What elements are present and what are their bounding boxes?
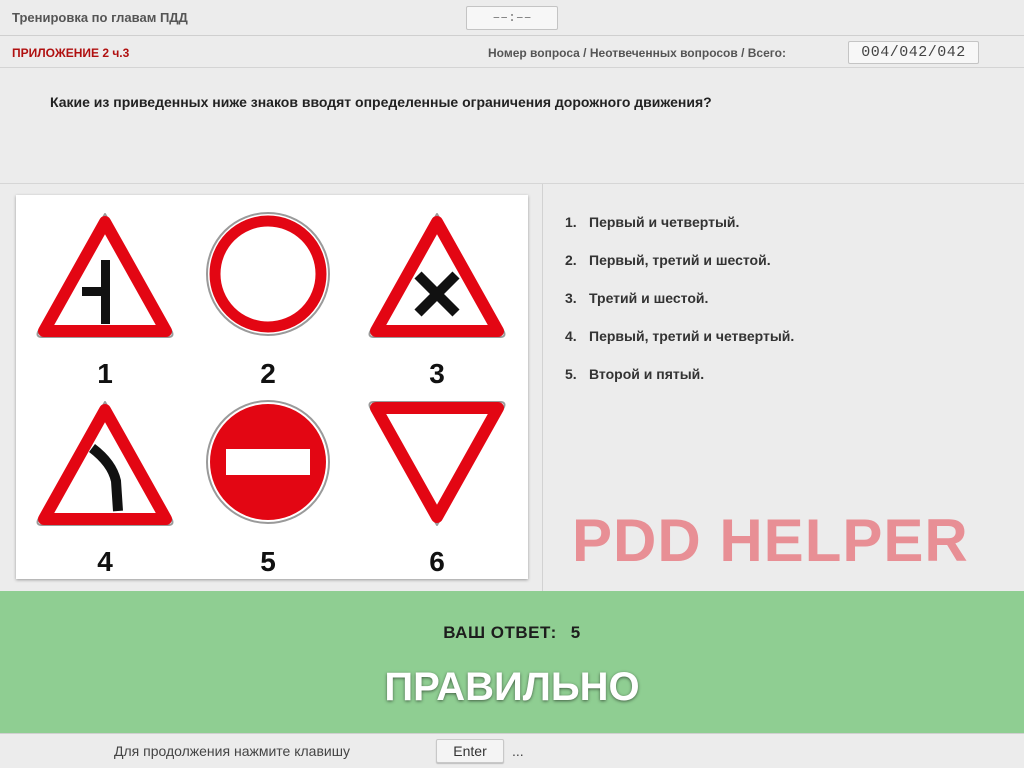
sign-label-6: 6 <box>429 546 445 577</box>
sign-give-way <box>368 401 506 526</box>
answer-option-2[interactable]: 2. Первый, третий и шестой. <box>565 252 794 290</box>
panel-divider <box>542 184 543 591</box>
question-area: Какие из приведенных ниже знаков вводят … <box>0 68 1024 184</box>
answer-text: Первый, третий и шестой. <box>589 252 771 268</box>
road-signs-image: 1 2 3 4 5 6 <box>16 195 528 579</box>
content-area: 1 2 3 4 5 6 1. Первый и четвертый. 2. Пе… <box>0 184 1024 591</box>
answer-text: Третий и шестой. <box>589 290 709 306</box>
sign-no-vehicles <box>206 212 330 336</box>
answer-number: 1. <box>565 214 577 230</box>
answer-list: 1. Первый и четвертый. 2. Первый, третий и… <box>565 214 794 404</box>
app-title: Тренировка по главам ПДД <box>12 10 188 25</box>
sign-label-4: 4 <box>97 546 113 577</box>
answer-option-3[interactable]: 3. Третий и шестой. <box>565 290 794 328</box>
sign-no-entry <box>206 400 330 524</box>
your-answer-value: 5 <box>570 623 581 642</box>
sign-label-2: 2 <box>260 358 276 389</box>
question-counter: 004/042/042 <box>848 41 979 64</box>
prompt-ellipsis: ... <box>512 743 524 759</box>
sign-side-road-junction <box>36 213 174 338</box>
question-text: Какие из приведенных ниже знаков вводят … <box>50 94 712 110</box>
result-panel: ВАШ ОТВЕТ: 5 ПРАВИЛЬНО <box>0 591 1024 733</box>
answer-option-1[interactable]: 1. Первый и четвертый. <box>565 214 794 252</box>
top-bar: Тренировка по главам ПДД ––:–– <box>0 0 1024 36</box>
answer-number: 4. <box>565 328 577 344</box>
verdict-text: ПРАВИЛЬНО <box>384 665 640 709</box>
footer-bar: Для продолжения нажмите клавишу Enter ..… <box>0 733 1024 768</box>
watermark-logo: PDD HELPER <box>572 507 969 574</box>
answer-number: 3. <box>565 290 577 306</box>
sign-dangerous-bend <box>36 401 174 526</box>
answer-number: 2. <box>565 252 577 268</box>
answer-option-4[interactable]: 4. Первый, третий и четвертый. <box>565 328 794 366</box>
info-bar: ПРИЛОЖЕНИЕ 2 ч.3 Номер вопроса / Неотвеч… <box>0 36 1024 68</box>
answer-text: Первый, третий и четвертый. <box>589 328 795 344</box>
your-answer: ВАШ ОТВЕТ: 5 <box>0 623 1024 643</box>
sign-label-5: 5 <box>260 546 276 577</box>
section-label: ПРИЛОЖЕНИЕ 2 ч.3 <box>12 46 130 60</box>
sign-label-1: 1 <box>97 358 113 389</box>
your-answer-label: ВАШ ОТВЕТ: <box>443 623 557 642</box>
enter-key-button[interactable]: Enter <box>436 739 504 763</box>
sign-crossroads <box>368 213 506 338</box>
sign-label-3: 3 <box>429 358 445 389</box>
question-counter-label: Номер вопроса / Неотвеченных вопросов / … <box>488 46 786 60</box>
answer-option-5[interactable]: 5. Второй и пятый. <box>565 366 794 404</box>
continue-prompt: Для продолжения нажмите клавишу <box>114 743 350 759</box>
timer-display: ––:–– <box>466 6 558 30</box>
answer-text: Второй и пятый. <box>589 366 705 382</box>
answer-number: 5. <box>565 366 577 382</box>
answer-text: Первый и четвертый. <box>589 214 740 230</box>
